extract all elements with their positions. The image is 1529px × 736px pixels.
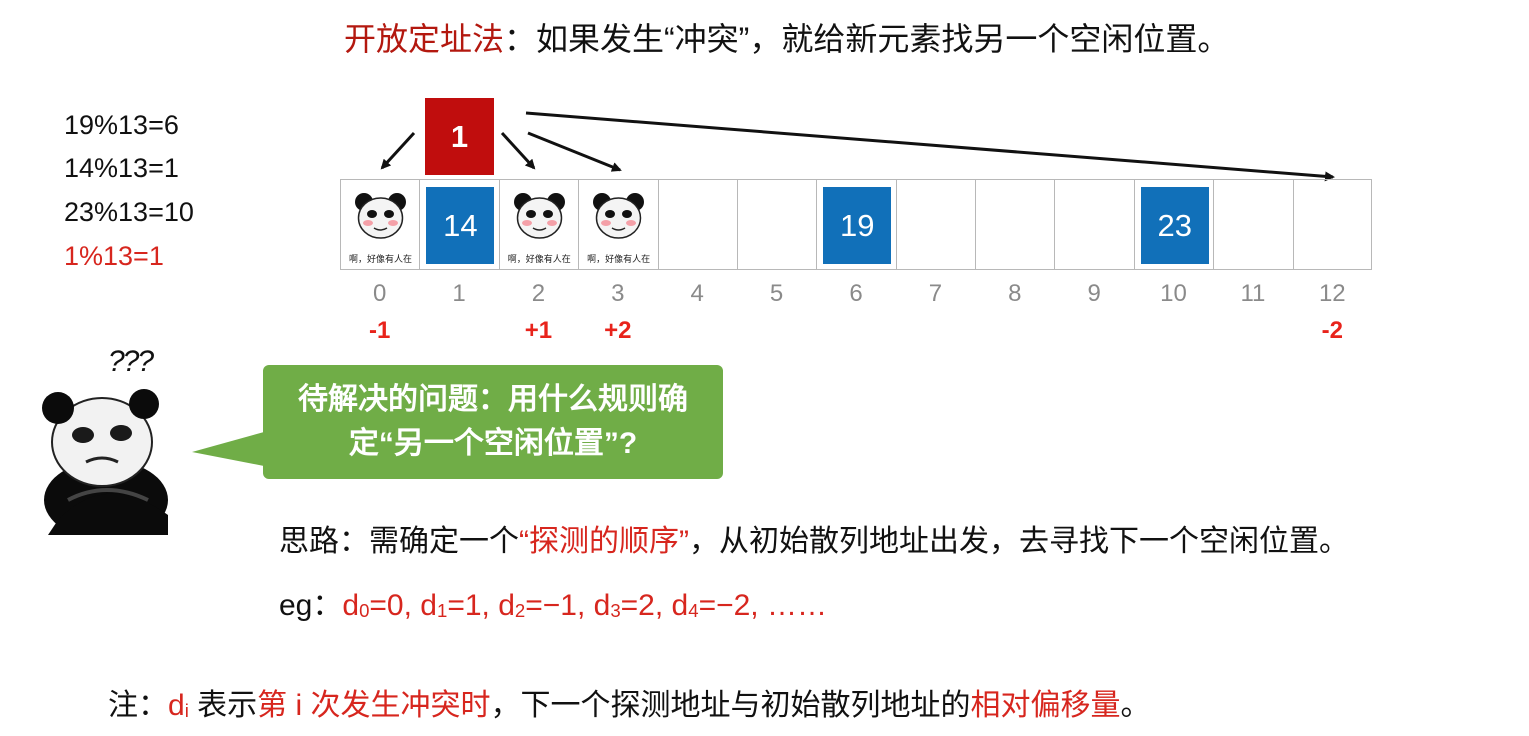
table-cell-10: 23: [1135, 180, 1215, 269]
idea-suffix: ，从初始散列地址出发，去寻找下一个空闲位置。: [688, 525, 1349, 558]
panda-caption: 啊，好像有人在: [507, 255, 571, 265]
bubble-line-2: 定“另一个空闲位置”?: [348, 427, 638, 460]
offset-label: +1: [524, 317, 553, 344]
index-label: 11: [1240, 280, 1266, 307]
eg-d1: d1=1,: [420, 589, 499, 622]
table-cell-4: [659, 180, 738, 269]
index-label: 7: [928, 280, 943, 307]
note-text: 注：di 表示第 i 次发生冲突时，下一个探测地址与初始散列地址的相对偏移量。: [108, 680, 1151, 724]
offset-label: -1: [369, 317, 391, 344]
table-cell-8: [976, 180, 1056, 269]
table-cell-1: 14: [420, 180, 500, 269]
table-cell-0: 啊，好像有人在: [341, 180, 421, 269]
table-value-box: 23: [1140, 187, 1209, 264]
occupied-panda-image: 啊，好像有人在: [346, 186, 415, 265]
offset-label: +2: [604, 317, 632, 344]
occupied-panda-image: 啊，好像有人在: [505, 186, 574, 265]
table-cell-12: [1294, 180, 1373, 269]
new-element-box: 1: [425, 98, 494, 175]
arrow-to-0: [380, 131, 416, 170]
index-label: 10: [1160, 280, 1187, 307]
note-part-2: 表示: [188, 689, 258, 722]
index-label: 4: [690, 280, 704, 307]
index-label: 5: [769, 280, 784, 307]
idea-prefix: 思路：需确定一个: [279, 525, 519, 558]
table-cell-5: [738, 180, 818, 269]
eg-d2: d2=−1,: [498, 589, 594, 622]
note-part-4: 。: [1120, 689, 1151, 722]
note-di: di: [168, 689, 189, 722]
note-highlight-1: 第 i 次发生冲突时: [257, 689, 491, 722]
note-part-3: ，下一个探测地址与初始散列地址的: [490, 689, 971, 722]
table-cell-7: [897, 180, 976, 269]
eg-prefix: eg：: [279, 589, 343, 622]
table-cell-11: [1214, 180, 1294, 269]
panda-caption: 啊，好像有人在: [348, 255, 412, 265]
eg-d3: d3=2,: [593, 589, 672, 622]
table-cell-3: 啊，好像有人在: [579, 180, 659, 269]
note-prefix: 注：: [108, 689, 168, 722]
idea-highlight: “探测的顺序”: [519, 525, 689, 558]
question-bubble: 待解决的问题：用什么规则确 定“另一个空闲位置”?: [263, 365, 723, 479]
index-label: 6: [849, 280, 863, 307]
bubble-tail: [192, 432, 264, 466]
arrow-to-2: [500, 131, 536, 170]
index-label: 8: [1008, 280, 1022, 307]
hash-table: 啊，好像有人在 14 啊，好像有人在 啊，好像有人在 19 23: [340, 179, 1372, 270]
bubble-line-1: 待解决的问题：用什么规则确: [298, 383, 688, 416]
table-cell-6: 19: [817, 180, 897, 269]
index-label: 1: [452, 280, 466, 307]
index-label: 0: [373, 280, 387, 307]
arrow-to-3: [527, 131, 622, 172]
panda-caption: 啊，好像有人在: [587, 255, 651, 265]
idea-text: 思路：需确定一个“探测的顺序”，从初始散列地址出发，去寻找下一个空闲位置。: [279, 516, 1349, 560]
arrow-to-12: [525, 111, 1335, 182]
table-cell-2: 啊，好像有人在: [500, 180, 580, 269]
question-marks: ???: [108, 345, 154, 378]
occupied-panda-image: 啊，好像有人在: [584, 186, 653, 265]
index-label: 3: [611, 280, 625, 307]
eg-d0: d0=0,: [342, 589, 421, 622]
probe-arrows: [380, 111, 1335, 182]
table-value-box: 19: [823, 187, 892, 264]
index-label: 9: [1087, 280, 1101, 307]
eg-d4: d4=−2, ……: [671, 589, 827, 622]
index-label: 12: [1318, 280, 1346, 307]
index-label: 2: [531, 280, 546, 307]
table-cell-9: [1055, 180, 1135, 269]
table-value-box: 14: [426, 187, 495, 264]
note-highlight-2: 相对偏移量: [970, 689, 1121, 722]
example-text: eg：d0=0, d1=1, d2=−1, d3=2, d4=−2, ……: [279, 580, 827, 624]
offset-label: -2: [1321, 317, 1343, 344]
